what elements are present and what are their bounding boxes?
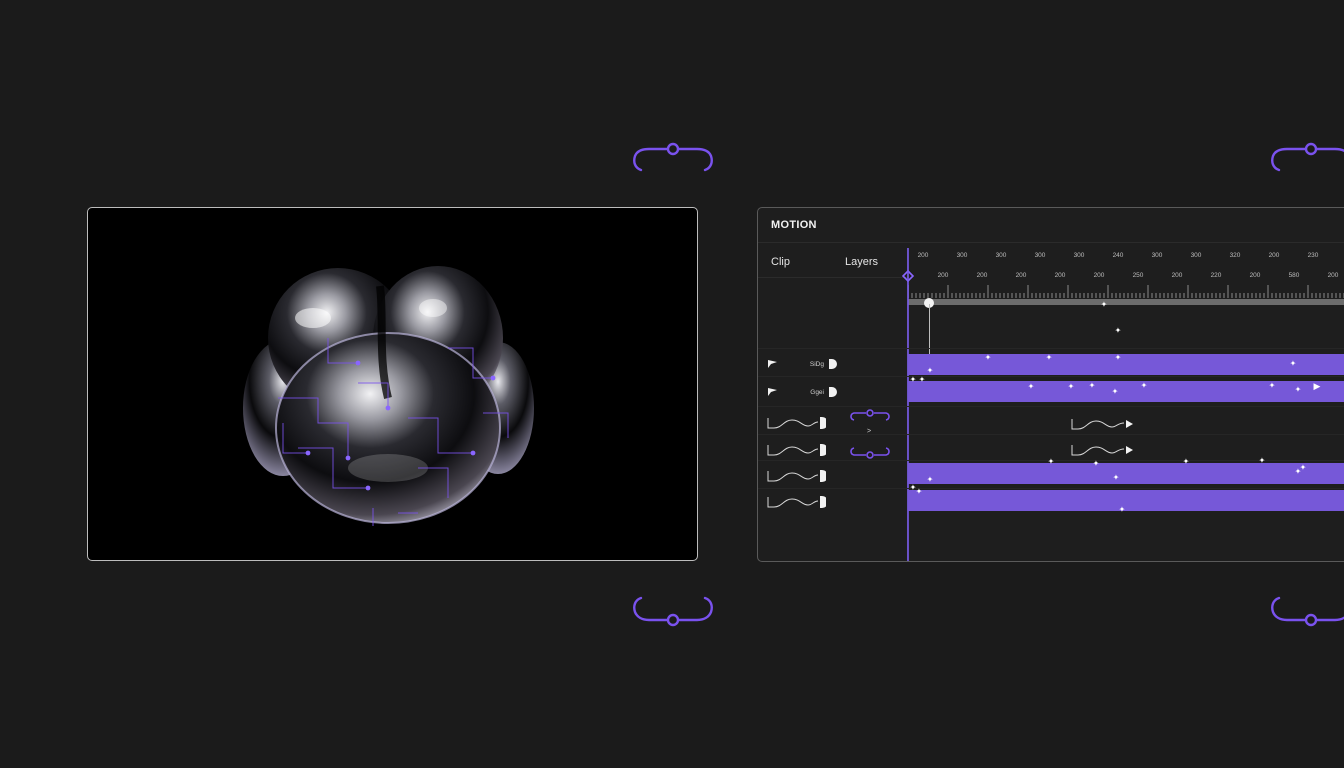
track-bar-1[interactable] bbox=[908, 354, 1344, 375]
ruler-label-bottom: 250 bbox=[1132, 272, 1144, 279]
keyframe-icon[interactable]: ✦ bbox=[1140, 382, 1148, 390]
layer-label: SiDg bbox=[809, 360, 824, 368]
ruler-label-bottom: 220 bbox=[1210, 272, 1222, 279]
ruler-label-top: 240 bbox=[1112, 252, 1124, 259]
curve-clip-icon[interactable] bbox=[1070, 443, 1136, 457]
bracket-bottom-right-icon bbox=[1271, 596, 1344, 627]
keyframe-icon[interactable]: ✦ bbox=[926, 476, 934, 484]
layer-row-5[interactable] bbox=[766, 468, 826, 484]
ruler-label-top: 200 bbox=[917, 252, 929, 259]
layer-row-3[interactable] bbox=[766, 415, 826, 431]
track-bar-2[interactable] bbox=[908, 381, 1344, 402]
bracket-bottom-left-icon bbox=[633, 596, 713, 627]
layer-row-4[interactable] bbox=[766, 442, 826, 458]
keyframe-icon[interactable]: ✦ bbox=[1100, 301, 1108, 309]
ruler-label-top: 300 bbox=[1034, 252, 1046, 259]
motion-panel: MOTION Clip Layers SiDg Ggei > ✦ ✦ ✦ ✦ ✦… bbox=[757, 207, 1344, 562]
keyframe-icon[interactable]: ✦ bbox=[1182, 458, 1190, 466]
ruler-label-top: 300 bbox=[1151, 252, 1163, 259]
ruler-label-bottom: 200 bbox=[1171, 272, 1183, 279]
easing-curve-icon bbox=[767, 470, 826, 482]
clip-flag-icon bbox=[768, 388, 777, 396]
keyframe-icon[interactable]: ✦ bbox=[1268, 382, 1276, 390]
ruler-label-bottom: 200 bbox=[1054, 272, 1066, 279]
title-divider bbox=[758, 242, 1344, 243]
keyframe-icon[interactable]: ✦ bbox=[1047, 458, 1055, 466]
play-marker-icon[interactable]: ▶ bbox=[1313, 382, 1321, 391]
ruler-label-top: 300 bbox=[956, 252, 968, 259]
keyframe-icon[interactable]: ✦ bbox=[1118, 506, 1126, 514]
keyframe-icon[interactable]: ✦ bbox=[1027, 383, 1035, 391]
ruler-label-bottom: 200 bbox=[976, 272, 988, 279]
keyframe-icon[interactable]: ✦ bbox=[1258, 457, 1266, 465]
ruler-label-bottom: 580 bbox=[1288, 272, 1300, 279]
track-bar-4[interactable] bbox=[908, 490, 1344, 511]
track-bar-3[interactable] bbox=[908, 463, 1344, 484]
layer-row-2[interactable]: Ggei bbox=[766, 384, 837, 400]
keyframe-icon[interactable]: ✦ bbox=[1289, 360, 1297, 368]
bracket-top-right-icon bbox=[1271, 142, 1344, 172]
keyframe-icon[interactable]: ✦ bbox=[984, 354, 992, 362]
link-toggle-label: > bbox=[867, 428, 872, 435]
keyframe-icon[interactable]: ✦ bbox=[926, 367, 934, 375]
play-half-icon[interactable] bbox=[827, 386, 837, 398]
curve-clip-icon[interactable] bbox=[1070, 417, 1136, 431]
ruler-label-top: 300 bbox=[995, 252, 1007, 259]
layer-row-1[interactable]: SiDg bbox=[766, 356, 837, 372]
ruler-label-bottom: 200 bbox=[1249, 272, 1261, 279]
keyframe-icon[interactable]: ✦ bbox=[1294, 386, 1302, 394]
ruler-label-bottom: 200 bbox=[1327, 272, 1339, 279]
keyframe-icon[interactable]: ✦ bbox=[1294, 468, 1302, 476]
keyframe-icon[interactable]: ✦ bbox=[1114, 327, 1122, 335]
timeline-scrubber[interactable] bbox=[908, 299, 1344, 305]
ruler-label-top: 320 bbox=[1229, 252, 1241, 259]
preview-viewport[interactable] bbox=[87, 207, 698, 561]
play-half-icon[interactable] bbox=[827, 358, 837, 370]
ruler-label-bottom: 200 bbox=[1015, 272, 1027, 279]
keyframe-icon[interactable]: ✦ bbox=[1114, 354, 1122, 362]
ruler-label-bottom: 200 bbox=[937, 272, 949, 279]
clip-flag-icon bbox=[768, 360, 777, 368]
keyframe-icon[interactable]: ✦ bbox=[918, 376, 926, 384]
ruler-label-bottom: 200 bbox=[1093, 272, 1105, 279]
ruler-label-top: 200 bbox=[1337, 252, 1344, 259]
panel-title: MOTION bbox=[771, 219, 817, 231]
ruler-label-top: 300 bbox=[1073, 252, 1085, 259]
keyframe-icon[interactable]: ✦ bbox=[1067, 383, 1075, 391]
keyframe-icon[interactable]: ✦ bbox=[1045, 354, 1053, 362]
ruler-label-top: 230 bbox=[1307, 252, 1319, 259]
ruler-ticks bbox=[908, 285, 1344, 298]
keyframe-icon[interactable]: ✦ bbox=[1111, 388, 1119, 396]
keyframe-icon[interactable]: ✦ bbox=[915, 488, 923, 496]
easing-curve-icon bbox=[767, 417, 826, 429]
easing-curve-icon bbox=[767, 496, 826, 508]
layer-label: Ggei bbox=[810, 388, 824, 396]
keyframe-icon[interactable]: ✦ bbox=[1092, 460, 1100, 468]
keyframe-icon[interactable]: ✦ bbox=[1112, 474, 1120, 482]
playhead-line[interactable] bbox=[907, 248, 909, 561]
ruler-label-top: 300 bbox=[1190, 252, 1202, 259]
column-header-clip[interactable]: Clip bbox=[771, 256, 790, 268]
column-header-layers[interactable]: Layers bbox=[845, 256, 878, 268]
header-divider bbox=[758, 277, 908, 278]
keyframe-icon[interactable]: ✦ bbox=[1088, 382, 1096, 390]
chrome-blob-render bbox=[243, 266, 534, 526]
ruler-label-top: 200 bbox=[1268, 252, 1280, 259]
layer-row-6[interactable] bbox=[766, 494, 826, 510]
keyframe-icon[interactable]: ✦ bbox=[909, 376, 917, 384]
link-bracket-toggle-icon[interactable] bbox=[848, 408, 892, 462]
bracket-top-left-icon bbox=[633, 142, 713, 172]
easing-curve-icon bbox=[767, 444, 826, 456]
